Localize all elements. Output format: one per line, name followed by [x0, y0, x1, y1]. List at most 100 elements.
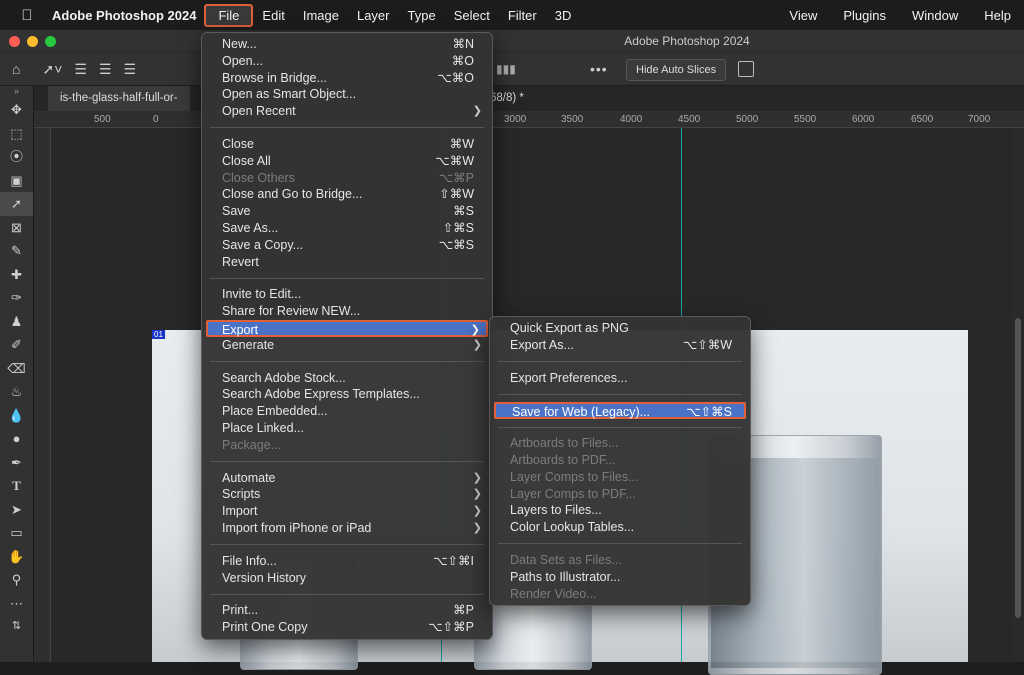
vertical-ruler[interactable] — [34, 128, 51, 662]
file-menu-item-search-adobe-stock[interactable]: Search Adobe Stock... — [202, 370, 492, 387]
file-menu-item-generate[interactable]: Generate ❯ — [202, 337, 492, 354]
file-menu-item-search-adobe-express-templates[interactable]: Search Adobe Express Templates... — [202, 386, 492, 403]
dodge-tool-icon[interactable]: ● — [0, 427, 33, 451]
file-menu-item-open-recent[interactable]: Open Recent ❯ — [202, 103, 492, 120]
menu-type[interactable]: Type — [399, 4, 445, 27]
menu-view[interactable]: View — [776, 4, 830, 27]
file-menu-item-import-from-iphone-or-ipad[interactable]: Import from iPhone or iPad ❯ — [202, 520, 492, 537]
file-menu-item-close[interactable]: Close ⌘W — [202, 136, 492, 153]
paint-bucket-tool-icon[interactable]: ♨ — [0, 380, 33, 404]
menu-file[interactable]: File — [204, 3, 254, 27]
path-selection-tool-icon[interactable]: ➤ — [0, 498, 33, 522]
pen-tool-icon[interactable]: ✒ — [0, 451, 33, 475]
layer-stack-icon-3[interactable]: ☰ — [124, 61, 137, 78]
menu-3d[interactable]: 3D — [546, 4, 581, 27]
menu-item-label: Invite to Edit... — [222, 287, 302, 302]
menu-item-label: Close — [222, 136, 254, 151]
rectangle-tool-icon[interactable]: ▭ — [0, 521, 33, 545]
file-menu-item-import[interactable]: Import ❯ — [202, 503, 492, 520]
file-menu-item-export[interactable]: Export ❯ — [206, 319, 488, 337]
horizontal-ruler[interactable]: 500 0 3000 3500 4000 4500 5000 5500 6000… — [34, 111, 1024, 128]
scrollbar-thumb[interactable] — [1015, 318, 1021, 618]
file-menu-item-automate[interactable]: Automate ❯ — [202, 470, 492, 487]
home-icon[interactable]: ⌂ — [12, 61, 20, 77]
zoom-tool-icon[interactable]: ⚲ — [0, 568, 33, 592]
app-name[interactable]: Adobe Photoshop 2024 — [52, 8, 196, 23]
file-menu-item-invite-to-edit[interactable]: Invite to Edit... — [202, 286, 492, 303]
menu-edit[interactable]: Edit — [253, 4, 293, 27]
hide-auto-slices-button[interactable]: Hide Auto Slices — [626, 59, 727, 81]
file-menu-item-close-and-go-to-bridge[interactable]: Close and Go to Bridge... ⇧⌘W — [202, 186, 492, 203]
menu-help[interactable]: Help — [971, 4, 1024, 27]
document-tab-title-suffix: 68/8) * — [490, 92, 524, 104]
file-menu-item-save[interactable]: Save ⌘S — [202, 203, 492, 220]
blur-tool-icon[interactable]: 💧 — [0, 404, 33, 428]
file-menu-item-save-as[interactable]: Save As... ⇧⌘S — [202, 220, 492, 237]
export-menu-item-paths-to-illustrator[interactable]: Paths to Illustrator... — [490, 569, 750, 586]
file-menu-item-file-info[interactable]: File Info... ⌥⇧⌘I — [202, 553, 492, 570]
file-menu-item-browse-in-bridge[interactable]: Browse in Bridge... ⌥⌘O — [202, 70, 492, 87]
align-icons[interactable]: ▮▮▮ — [496, 62, 516, 76]
menu-layer[interactable]: Layer — [348, 4, 399, 27]
move-tool-icon[interactable]: ✥ — [0, 98, 33, 122]
frame-tool-icon[interactable]: ⊠ — [0, 216, 33, 240]
export-menu-item-quick-export-as-png[interactable]: Quick Export as PNG — [490, 320, 750, 337]
menu-plugins[interactable]: Plugins — [830, 4, 899, 27]
hand-tool-icon[interactable]: ✋ — [0, 545, 33, 569]
file-menu-item-revert[interactable]: Revert — [202, 254, 492, 271]
export-menu-item-render-video: Render Video... — [490, 586, 750, 603]
type-tool-icon[interactable]: T — [0, 474, 33, 498]
menu-item-label: Artboards to Files... — [510, 436, 619, 451]
brush-tool-icon[interactable]: ✑ — [0, 286, 33, 310]
slice-tool-preset-icon[interactable]: ➚˅ — [42, 61, 62, 78]
layer-stack-icon-2[interactable]: ☰ — [99, 61, 112, 78]
eraser-tool-icon[interactable]: ⌫ — [0, 357, 33, 381]
slice-label[interactable]: 01 — [152, 330, 165, 339]
file-menu-item-new[interactable]: New... ⌘N — [202, 36, 492, 53]
slice-options-icon[interactable] — [738, 61, 754, 77]
file-menu-item-open[interactable]: Open... ⌘O — [202, 53, 492, 70]
export-menu-item-export-as[interactable]: Export As... ⌥⇧⌘W — [490, 337, 750, 354]
menu-filter[interactable]: Filter — [499, 4, 546, 27]
apple-icon[interactable]:  — [10, 7, 44, 24]
swap-colors-icon[interactable]: ⇅ — [0, 615, 33, 639]
more-tools-icon[interactable]: ⋯ — [0, 592, 33, 616]
macos-menu-bar:  Adobe Photoshop 2024 File Edit Image L… — [0, 0, 1024, 30]
document-tab[interactable]: is-the-glass-half-full-or- — [48, 86, 190, 111]
more-options-button[interactable]: ••• — [590, 61, 608, 77]
file-menu-item-save-a-copy[interactable]: Save a Copy... ⌥⌘S — [202, 237, 492, 254]
export-menu-item-color-lookup-tables[interactable]: Color Lookup Tables... — [490, 519, 750, 536]
menu-item-label: New... — [222, 37, 257, 51]
layer-stack-icon[interactable]: ☰ — [74, 61, 87, 78]
file-menu-item-print-one-copy[interactable]: Print One Copy ⌥⇧⌘P — [202, 619, 492, 636]
file-menu-item-share-for-review-new[interactable]: Share for Review NEW... — [202, 303, 492, 320]
file-menu-item-close-all[interactable]: Close All ⌥⌘W — [202, 153, 492, 170]
history-brush-tool-icon[interactable]: ✐ — [0, 333, 33, 357]
menu-select[interactable]: Select — [445, 4, 499, 27]
vertical-scrollbar[interactable] — [1012, 128, 1024, 662]
file-menu-item-place-linked[interactable]: Place Linked... — [202, 420, 492, 437]
file-menu-item-open-as-smart-object[interactable]: Open as Smart Object... — [202, 86, 492, 103]
marquee-tool-icon[interactable]: ⬚ — [0, 122, 33, 146]
menu-image[interactable]: Image — [294, 4, 348, 27]
file-menu-item-print[interactable]: Print... ⌘P — [202, 602, 492, 619]
export-menu-item-export-preferences[interactable]: Export Preferences... — [490, 370, 750, 387]
file-menu-item-place-embedded[interactable]: Place Embedded... — [202, 403, 492, 420]
eyedropper-tool-icon[interactable]: ✎ — [0, 239, 33, 263]
object-selection-tool-icon[interactable]: ▣ — [0, 169, 33, 193]
clone-stamp-tool-icon[interactable]: ♟ — [0, 310, 33, 334]
slice-tool-icon[interactable]: ➚ — [0, 192, 33, 216]
chevron-right-icon: ❯ — [472, 521, 482, 534]
export-menu-item-layer-comps-to-pdf: Layer Comps to PDF... — [490, 486, 750, 503]
menu-item-shortcut: ⌥⌘P — [438, 170, 474, 185]
file-menu-item-scripts[interactable]: Scripts ❯ — [202, 486, 492, 503]
file-menu-item-version-history[interactable]: Version History — [202, 570, 492, 587]
healing-brush-tool-icon[interactable]: ✚ — [0, 263, 33, 287]
ruler-tick: 3000 — [504, 114, 527, 125]
export-menu-item-save-for-web-legacy[interactable]: Save for Web (Legacy)... ⌥⇧⌘S — [494, 402, 746, 419]
export-menu-item-layers-to-files[interactable]: Layers to Files... — [490, 502, 750, 519]
collapse-panel-icon[interactable]: » — [0, 86, 33, 98]
lasso-tool-icon[interactable]: ⦿ — [0, 145, 33, 169]
menu-window[interactable]: Window — [899, 4, 971, 27]
menu-item-label: Artboards to PDF... — [510, 452, 616, 467]
